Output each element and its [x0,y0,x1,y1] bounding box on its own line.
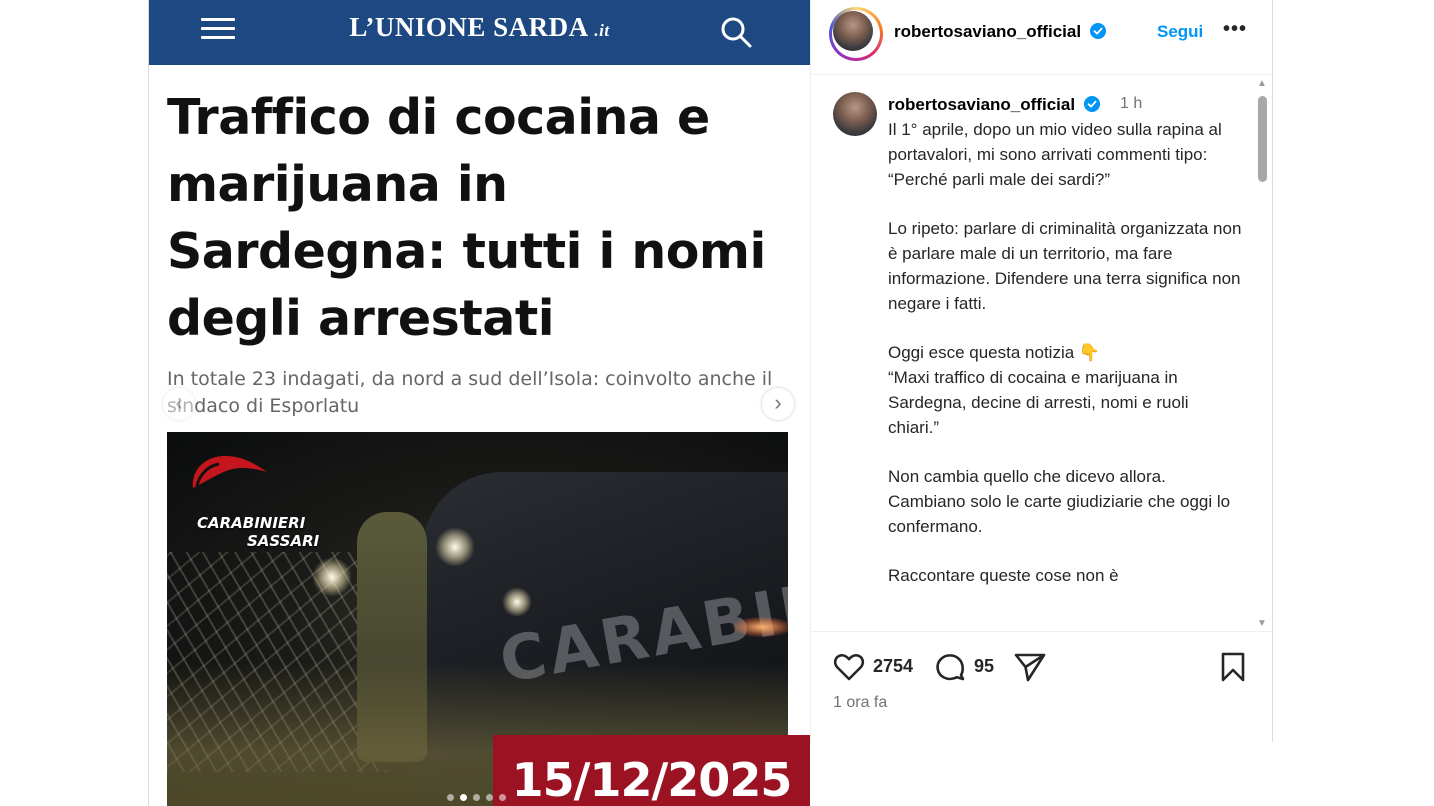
carousel-dot[interactable] [447,794,454,801]
follow-button[interactable]: Segui [1157,22,1203,42]
article-headline: Traffico di cocaina e marijuana in Sarde… [167,89,766,347]
header-username[interactable]: robertosaviano_official [894,22,1106,42]
scroll-thumb[interactable] [1258,96,1267,182]
comment-icon[interactable] [933,650,967,684]
news-logo-main: L’UNIONE SARDA [349,12,588,42]
photo-light [312,557,352,597]
carousel-dot[interactable] [486,794,493,801]
scroll-down-arrow[interactable]: ▼ [1255,618,1269,630]
carabinieri-flame-logo [192,456,267,488]
post-header: robertosaviano_official Segui ••• [811,0,1272,75]
verified-badge-icon [1089,23,1106,39]
news-logo: L’UNIONE SARDA .it [149,12,810,43]
caption-text: Il 1° aprile, dopo un mio video sulla ra… [888,120,1242,586]
carousel-dot[interactable] [460,794,467,801]
photo-light [502,587,532,617]
caption-avatar[interactable] [833,92,877,136]
carousel-prev-button[interactable]: ‹ [163,388,195,420]
avatar[interactable] [833,11,873,51]
story-ring[interactable] [829,7,883,61]
badge-line-1: CARABINIERI [197,514,306,532]
scroll-up-arrow[interactable]: ▲ [1255,78,1269,90]
header-username-text[interactable]: robertosaviano_official [894,22,1081,41]
bookmark-icon[interactable] [1216,650,1250,684]
date-banner: 15/12/2025 [493,735,810,806]
caption-timestamp[interactable]: 1 h [1120,95,1142,113]
photo-taillight [732,617,788,637]
posted-time[interactable]: 1 ora fa [833,694,887,712]
more-options-button[interactable]: ••• [1223,18,1247,41]
caption-area: robertosaviano_official 1 h Il 1° aprile… [811,75,1272,632]
news-site-header: L’UNIONE SARDA .it [149,0,810,65]
verified-badge-icon [1083,96,1100,112]
caption-scrollbar[interactable]: ▲ ▼ [1255,78,1269,630]
carousel-dot[interactable] [473,794,480,801]
news-logo-tld: .it [594,21,610,40]
post-actions: 2754 95 1 ora fa [811,632,1272,742]
post-side-panel: robertosaviano_official Segui ••• robert… [810,0,1273,742]
photo-light [435,527,475,567]
badge-line-2: SASSARI [247,532,320,550]
heart-icon[interactable] [832,650,866,684]
post-image: L’UNIONE SARDA .it Traffico di cocaina e… [148,0,810,806]
send-icon[interactable] [1013,650,1047,684]
search-icon [721,17,752,48]
carousel-next-button[interactable]: › [762,388,794,420]
caption-username-text[interactable]: robertosaviano_official [888,95,1075,114]
carousel-dot[interactable] [499,794,506,801]
carousel-indicator [447,788,512,801]
article-subheadline: In totale 23 indagati, da nord a sud del… [167,368,773,417]
carabinieri-badge: CARABINIERI SASSARI [197,514,319,550]
comments-count[interactable]: 95 [974,656,994,677]
likes-count[interactable]: 2754 [873,656,913,677]
caption-username[interactable]: robertosaviano_official [888,95,1100,115]
